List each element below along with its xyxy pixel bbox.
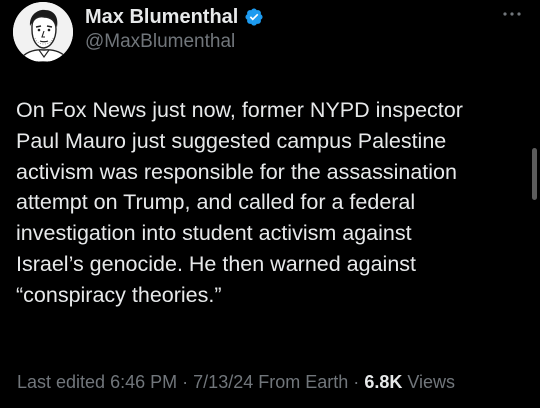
author-handle[interactable]: @MaxBlumenthal [85, 31, 235, 53]
views-label[interactable]: Views [407, 372, 455, 392]
tweet: Max Blumenthal @MaxBlumenthal On Fox New… [0, 0, 540, 408]
more-options-button[interactable] [498, 6, 526, 22]
views-count[interactable]: 6.8K [364, 372, 402, 392]
author-display-name[interactable]: Max Blumenthal [85, 5, 238, 29]
edited-label[interactable]: Last edited [17, 372, 105, 392]
more-dots-icon [503, 12, 521, 16]
author-name-row[interactable]: Max Blumenthal [85, 5, 264, 29]
post-source: From Earth [258, 372, 349, 392]
post-meta: Last edited 6:46 PM · 7/13/24 From Earth… [17, 371, 455, 393]
post-time[interactable]: 6:46 PM [110, 372, 177, 392]
scrollbar-thumb[interactable] [532, 148, 537, 200]
post-date[interactable]: 7/13/24 [193, 372, 253, 392]
meta-separator: · [353, 372, 360, 392]
avatar-portrait-icon [13, 2, 73, 62]
post-text: On Fox News just now, former NYPD inspec… [16, 98, 463, 307]
avatar[interactable] [13, 2, 73, 62]
meta-separator: · [182, 372, 189, 392]
verified-badge-icon[interactable] [244, 7, 264, 27]
